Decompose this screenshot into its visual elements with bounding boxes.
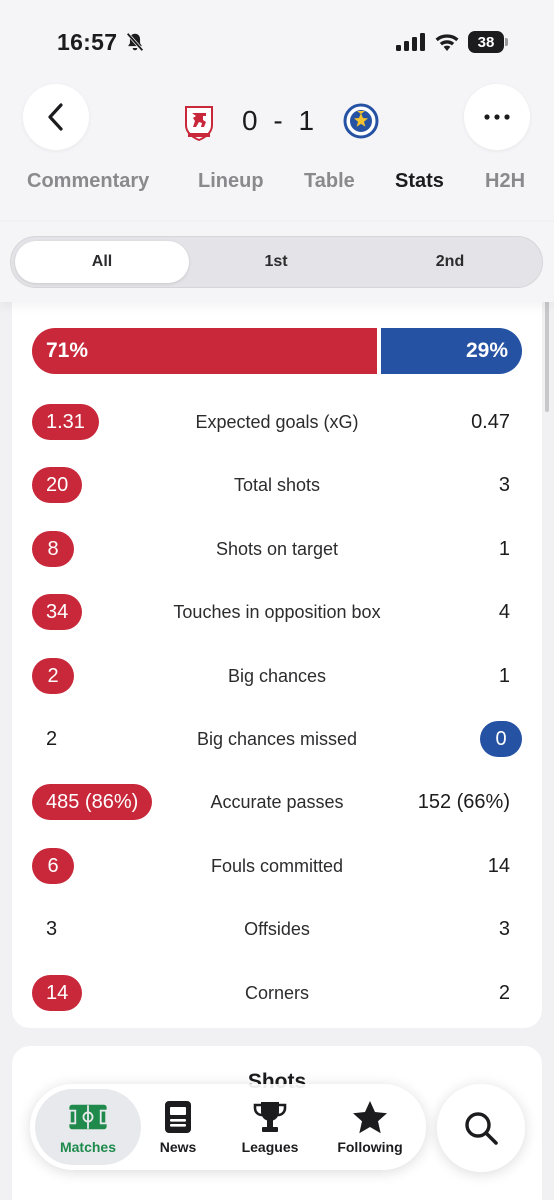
stat-away-value: 14	[487, 854, 510, 877]
period-1st[interactable]: 1st	[189, 241, 363, 283]
nav-following[interactable]: Following	[326, 1084, 414, 1170]
stat-home-value: 8	[32, 530, 74, 567]
newspaper-icon	[158, 1099, 198, 1135]
possession-home: 71%	[32, 328, 377, 374]
stat-label: Corners	[244, 982, 310, 1003]
stat-away-value: 2	[498, 981, 510, 1004]
bell-muted-icon	[126, 32, 144, 52]
status-time: 16:57	[57, 29, 118, 55]
stat-away-value: 152 (66%)	[417, 791, 510, 814]
pitch-icon	[68, 1099, 108, 1135]
tab-table[interactable]: Table	[304, 170, 355, 193]
tab-lineup[interactable]: Lineup	[198, 170, 264, 193]
search-button[interactable]	[437, 1084, 525, 1172]
stat-row: 20 Total shots 3	[12, 465, 542, 505]
back-button[interactable]	[23, 84, 89, 150]
possession-away-value: 29%	[465, 339, 508, 362]
stat-away-value: 0	[480, 721, 522, 757]
match-tabs: Commentary Lineup Table Stats H2H	[0, 170, 554, 206]
stat-row: 8 Shots on target 1	[12, 529, 542, 569]
battery-level: 38	[477, 33, 495, 51]
more-horizontal-icon	[484, 114, 510, 120]
stat-home-value: 20	[32, 467, 83, 504]
stat-row: 1.31 Expected goals (xG) 0.47	[12, 402, 542, 442]
period-selector: All 1st 2nd	[10, 236, 543, 288]
nav-following-label: Following	[337, 1139, 403, 1155]
tab-h2h[interactable]: H2H	[485, 170, 525, 193]
stat-away-value: 1	[498, 664, 510, 687]
stat-home-value: 14	[32, 974, 83, 1011]
stat-row: 6 Fouls committed 14	[12, 846, 542, 886]
tab-stats[interactable]: Stats	[395, 170, 444, 193]
tab-commentary[interactable]: Commentary	[27, 170, 149, 193]
stat-home-value: 34	[32, 594, 83, 631]
possession-away: 29%	[381, 328, 522, 374]
signal-icon	[396, 33, 425, 51]
stat-label: Fouls committed	[210, 855, 344, 876]
nav-news-label: News	[159, 1139, 197, 1155]
status-bar: 16:57 38	[0, 0, 554, 84]
period-2nd[interactable]: 2nd	[363, 241, 537, 283]
stat-home-value: 1.31	[32, 404, 99, 440]
stat-row: 34 Touches in opposition box 4	[12, 592, 542, 632]
stat-label: Expected goals (xG)	[195, 412, 359, 432]
period-selector-bar: All 1st 2nd	[0, 222, 554, 302]
match-score-header: 0 - 1	[180, 98, 380, 144]
search-icon	[465, 1112, 498, 1145]
stat-row: 485 (86%) Accurate passes 152 (66%)	[12, 782, 542, 822]
top-area: 16:57 38 0 - 1 Commentary Lineup Table S…	[0, 0, 554, 220]
stat-away-value: 3	[498, 474, 510, 497]
bottom-nav: Matches News Leagues Following	[30, 1084, 426, 1170]
stat-home-value: 6	[32, 847, 74, 884]
stat-label: Big chances missed	[196, 729, 358, 749]
stat-row: 14 Corners 2	[12, 973, 542, 1013]
stats-card: 71% 29% 1.31 Expected goals (xG) 0.47 20 Tot…	[12, 300, 542, 1028]
more-options-button[interactable]	[464, 84, 530, 150]
trophy-icon	[250, 1099, 290, 1135]
stat-label: Shots on target	[215, 538, 339, 559]
stat-label: Total shots	[233, 475, 321, 496]
possession-bar: 71% 29%	[32, 328, 522, 374]
score: 0 - 1	[241, 105, 319, 136]
home-crest-icon	[185, 106, 213, 141]
stat-row: 2 Big chances missed 0	[12, 719, 542, 759]
stat-home-value: 2	[32, 657, 74, 694]
stat-away-value: 4	[498, 601, 510, 624]
nav-leagues[interactable]: Leagues	[232, 1084, 308, 1170]
stat-label: Big chances	[227, 665, 327, 686]
stat-row: 2 Big chances 1	[12, 656, 542, 696]
stat-away-value: 1	[498, 537, 510, 560]
stat-away-value: 3	[498, 918, 510, 941]
possession-home-value: 71%	[46, 339, 89, 362]
nav-matches-label: Matches	[59, 1139, 117, 1155]
stat-home-value: 3	[46, 918, 58, 941]
period-all[interactable]: All	[15, 241, 189, 283]
stat-label: Offsides	[244, 919, 310, 940]
nav-matches[interactable]: Matches	[35, 1089, 141, 1165]
star-icon	[350, 1099, 390, 1135]
nav-leagues-label: Leagues	[241, 1139, 299, 1155]
away-crest-icon	[343, 103, 379, 139]
scroll-indicator[interactable]	[545, 300, 549, 412]
nav-news[interactable]: News	[148, 1084, 208, 1170]
stat-away-value: 0.47	[471, 411, 510, 433]
stat-label: Accurate passes	[210, 792, 344, 813]
stat-label: Touches in opposition box	[173, 602, 381, 623]
stat-home-value: 2	[46, 728, 58, 750]
wifi-icon	[435, 34, 459, 51]
stat-row: 3 Offsides 3	[12, 909, 542, 949]
chevron-left-icon	[48, 103, 63, 131]
battery-icon: 38	[468, 31, 508, 53]
